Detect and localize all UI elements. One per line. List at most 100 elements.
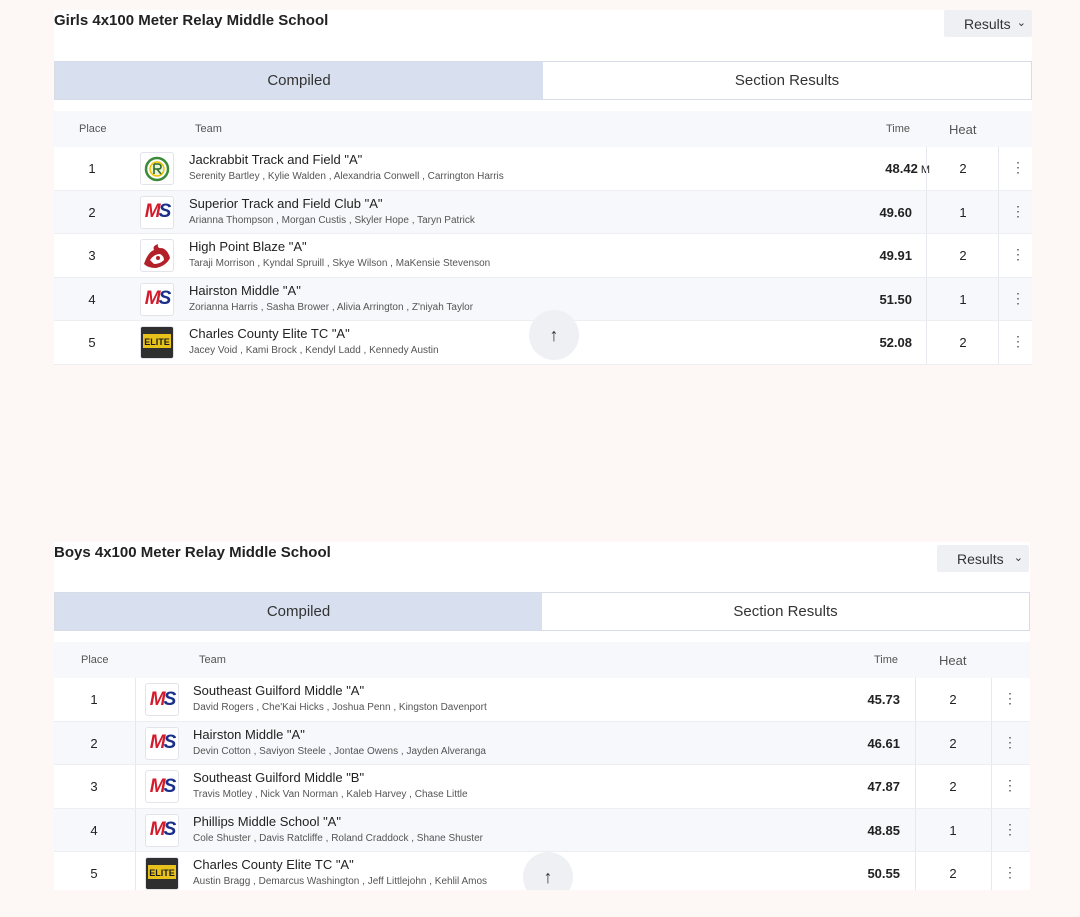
column-divider [998, 147, 999, 190]
column-divider [135, 808, 136, 851]
kebab-menu-icon[interactable]: ⋮ [1008, 333, 1028, 350]
col-time-header: Time [874, 654, 899, 666]
heat-cell: 2 [949, 692, 957, 707]
athlete-list: Austin Bragg , Demarcus Washington , Jef… [193, 876, 488, 887]
athlete-list: Cole Shuster , Davis Ratcliffe , Roland … [193, 832, 483, 844]
table-row[interactable]: 3 High Point Blaze "A" Taraji Morrison ,… [54, 234, 1032, 278]
kebab-menu-icon[interactable]: ⋮ [1008, 203, 1028, 220]
table-row[interactable]: 4 MS Phillips Middle School "A" Cole Shu… [54, 808, 1030, 852]
heat-cell: 2 [949, 735, 957, 751]
place-cell: 2 [88, 204, 96, 220]
kebab-menu-icon[interactable]: ⋮ [1008, 290, 1028, 307]
time-cell: 45.73 [867, 692, 900, 707]
ms-logo: MS [145, 770, 179, 803]
team-name[interactable]: Charles County Elite TC "A" [189, 326, 350, 341]
column-divider [135, 721, 136, 764]
team-name[interactable]: Phillips Middle School "A" [193, 814, 341, 829]
table-row[interactable]: 1 Jackrabbit Track and Field "A" Serenit… [54, 147, 1032, 191]
heat-cell: 2 [959, 248, 967, 263]
results-select[interactable]: Results ⌄ [944, 10, 1032, 37]
kebab-menu-icon[interactable]: ⋮ [1000, 734, 1020, 751]
kebab-menu-icon[interactable]: ⋮ [1000, 821, 1020, 838]
athlete-list: Travis Motley , Nick Van Norman , Kaleb … [193, 789, 468, 800]
place-cell: 3 [90, 779, 98, 794]
time-cell: 48.85 [867, 823, 900, 838]
heat-cell: 1 [949, 822, 957, 838]
svg-text:ELITE: ELITE [149, 868, 175, 878]
athlete-list: Zorianna Harris , Sasha Brower , Alivia … [189, 301, 474, 313]
tab-compiled[interactable]: Compiled [55, 62, 543, 99]
team-name[interactable]: High Point Blaze "A" [189, 239, 307, 254]
col-place-header: Place [79, 123, 107, 135]
kebab-menu-icon[interactable]: ⋮ [1008, 159, 1028, 176]
results-select[interactable]: Results ⌄ [937, 545, 1029, 572]
column-divider [998, 234, 999, 277]
kebab-menu-icon[interactable]: ⋮ [1008, 246, 1028, 263]
column-divider [926, 190, 927, 233]
athlete-list: Jacey Void , Kami Brock , Kendyl Ladd , … [189, 345, 439, 356]
scroll-to-top-button[interactable]: ↑ [529, 310, 579, 360]
col-heat-header: Heat [939, 653, 967, 668]
ms-logo: MS [145, 726, 179, 760]
team-name[interactable]: Jackrabbit Track and Field "A" [189, 152, 362, 167]
tab-compiled[interactable]: Compiled [55, 593, 542, 630]
time-cell: 46.61 [867, 736, 900, 751]
event-title: Boys 4x100 Meter Relay Middle School [54, 544, 331, 561]
event-title: Girls 4x100 Meter Relay Middle School [54, 12, 329, 29]
table-header: Place Team Time Heat [54, 111, 1032, 147]
team-name[interactable]: Hairston Middle "A" [189, 283, 301, 298]
athlete-list: Devin Cotton , Saviyon Steele , Jontae O… [193, 745, 486, 757]
time-value: 51.50 [879, 291, 912, 307]
heat-cell: 1 [959, 204, 967, 220]
section-header: Girls 4x100 Meter Relay Middle School Re… [54, 10, 1032, 58]
team-name[interactable]: Southeast Guilford Middle "A" [193, 683, 364, 698]
team-name[interactable]: Superior Track and Field Club "A" [189, 196, 382, 211]
chevron-down-icon: ⌄ [1013, 552, 1023, 564]
team-name[interactable]: Southeast Guilford Middle "B" [193, 770, 364, 785]
table-row[interactable]: 1 MS Southeast Guilford Middle "A" David… [54, 678, 1030, 722]
time-value: 45.73 [867, 692, 900, 707]
time-value: 46.61 [867, 735, 900, 751]
place-cell: 2 [90, 735, 98, 751]
place-cell: 5 [90, 866, 98, 881]
column-divider [135, 678, 136, 721]
place-cell: 4 [88, 291, 96, 307]
table-row[interactable]: 2 MS Superior Track and Field Club "A" A… [54, 190, 1032, 234]
col-team-header: Team [195, 123, 222, 135]
tab-section-results[interactable]: Section Results [543, 62, 1031, 99]
time-cell: 49.91 [879, 248, 912, 263]
column-divider [915, 678, 916, 721]
time-value: 50.55 [867, 866, 900, 881]
heat-cell: 2 [949, 779, 957, 794]
table-row[interactable]: 2 MS Hairston Middle "A" Devin Cotton , … [54, 721, 1030, 765]
table-row[interactable]: 3 MS Southeast Guilford Middle "B" Travi… [54, 765, 1030, 809]
heat-cell: 1 [959, 291, 967, 307]
time-cell: 47.87 [867, 779, 900, 794]
athlete-list: Taraji Morrison , Kyndal Spruill , Skye … [189, 258, 491, 269]
time-value: 52.08 [879, 335, 912, 350]
kebab-menu-icon[interactable]: ⋮ [1000, 690, 1020, 707]
athlete-list: Arianna Thompson , Morgan Custis , Skyle… [189, 214, 475, 226]
team-name[interactable]: Charles County Elite TC "A" [193, 857, 354, 872]
tab-section-results[interactable]: Section Results [542, 593, 1029, 630]
ms-logo: MS [145, 813, 179, 847]
results-select-value: Results [964, 16, 1011, 32]
column-divider [926, 321, 927, 364]
girls-relay-section: Girls 4x100 Meter Relay Middle School Re… [54, 10, 1032, 365]
column-divider [998, 277, 999, 320]
elite-logo: ELITE [140, 326, 174, 359]
kebab-menu-icon[interactable]: ⋮ [1000, 864, 1020, 881]
view-tabs: Compiled Section Results [54, 61, 1032, 100]
athlete-list: Serenity Bartley , Kylie Walden , Alexan… [189, 171, 504, 182]
place-cell: 1 [90, 692, 98, 707]
kebab-menu-icon[interactable]: ⋮ [1000, 777, 1020, 794]
chevron-down-icon: ⌄ [1016, 17, 1026, 29]
ms-logo: MS [140, 195, 174, 229]
table-header: Place Team Time Heat [54, 642, 1030, 678]
time-cell: 48.42M [885, 161, 930, 176]
time-cell: 52.08 [879, 335, 912, 350]
time-value: 48.85 [867, 822, 900, 838]
column-divider [991, 852, 992, 890]
heat-cell: 2 [959, 161, 967, 176]
team-name[interactable]: Hairston Middle "A" [193, 727, 305, 742]
